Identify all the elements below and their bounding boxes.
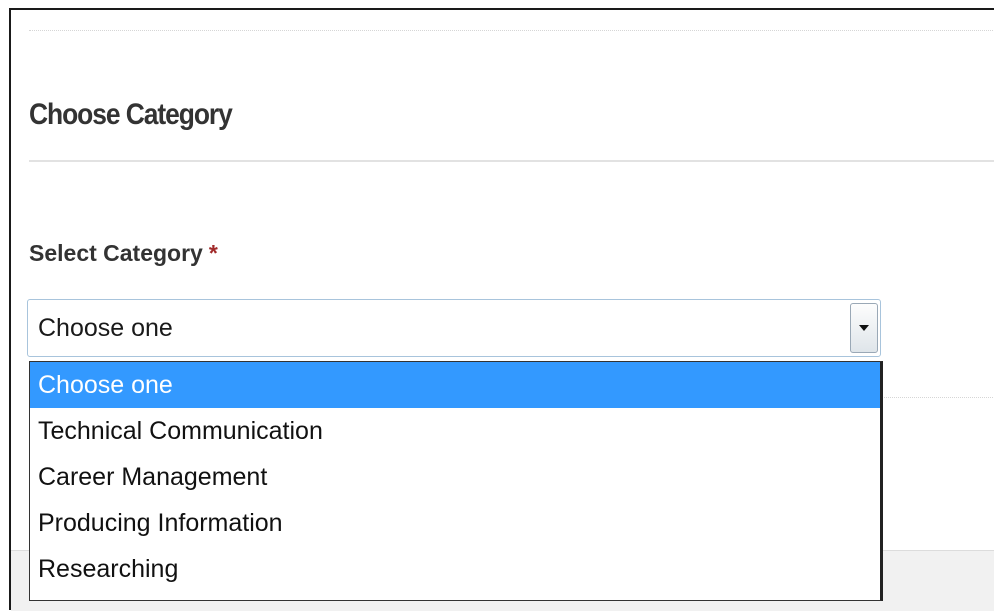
dropdown-option-producing-information[interactable]: Producing Information (30, 500, 880, 546)
dropdown-toggle-button[interactable] (850, 303, 878, 353)
field-label-text: Select Category (29, 240, 203, 266)
title-divider (29, 160, 994, 162)
dropdown-options-list: Choose one Technical Communication Caree… (29, 361, 883, 601)
dropdown-option-choose-one[interactable]: Choose one (30, 362, 880, 408)
category-select[interactable]: Choose one (27, 299, 881, 357)
dropdown-option-career-management[interactable]: Career Management (30, 454, 880, 500)
form-panel: Choose Category Select Category * Choose … (9, 8, 994, 611)
dotted-divider-middle (871, 397, 994, 398)
select-current-value: Choose one (38, 314, 173, 342)
dropdown-option-technical-communication[interactable]: Technical Communication (30, 408, 880, 454)
field-label: Select Category * (29, 240, 218, 267)
section-title: Choose Category (29, 98, 233, 131)
required-indicator: * (208, 240, 218, 266)
dropdown-option-researching[interactable]: Researching (30, 546, 880, 592)
chevron-down-icon (859, 325, 869, 331)
dotted-divider-top (29, 30, 994, 31)
